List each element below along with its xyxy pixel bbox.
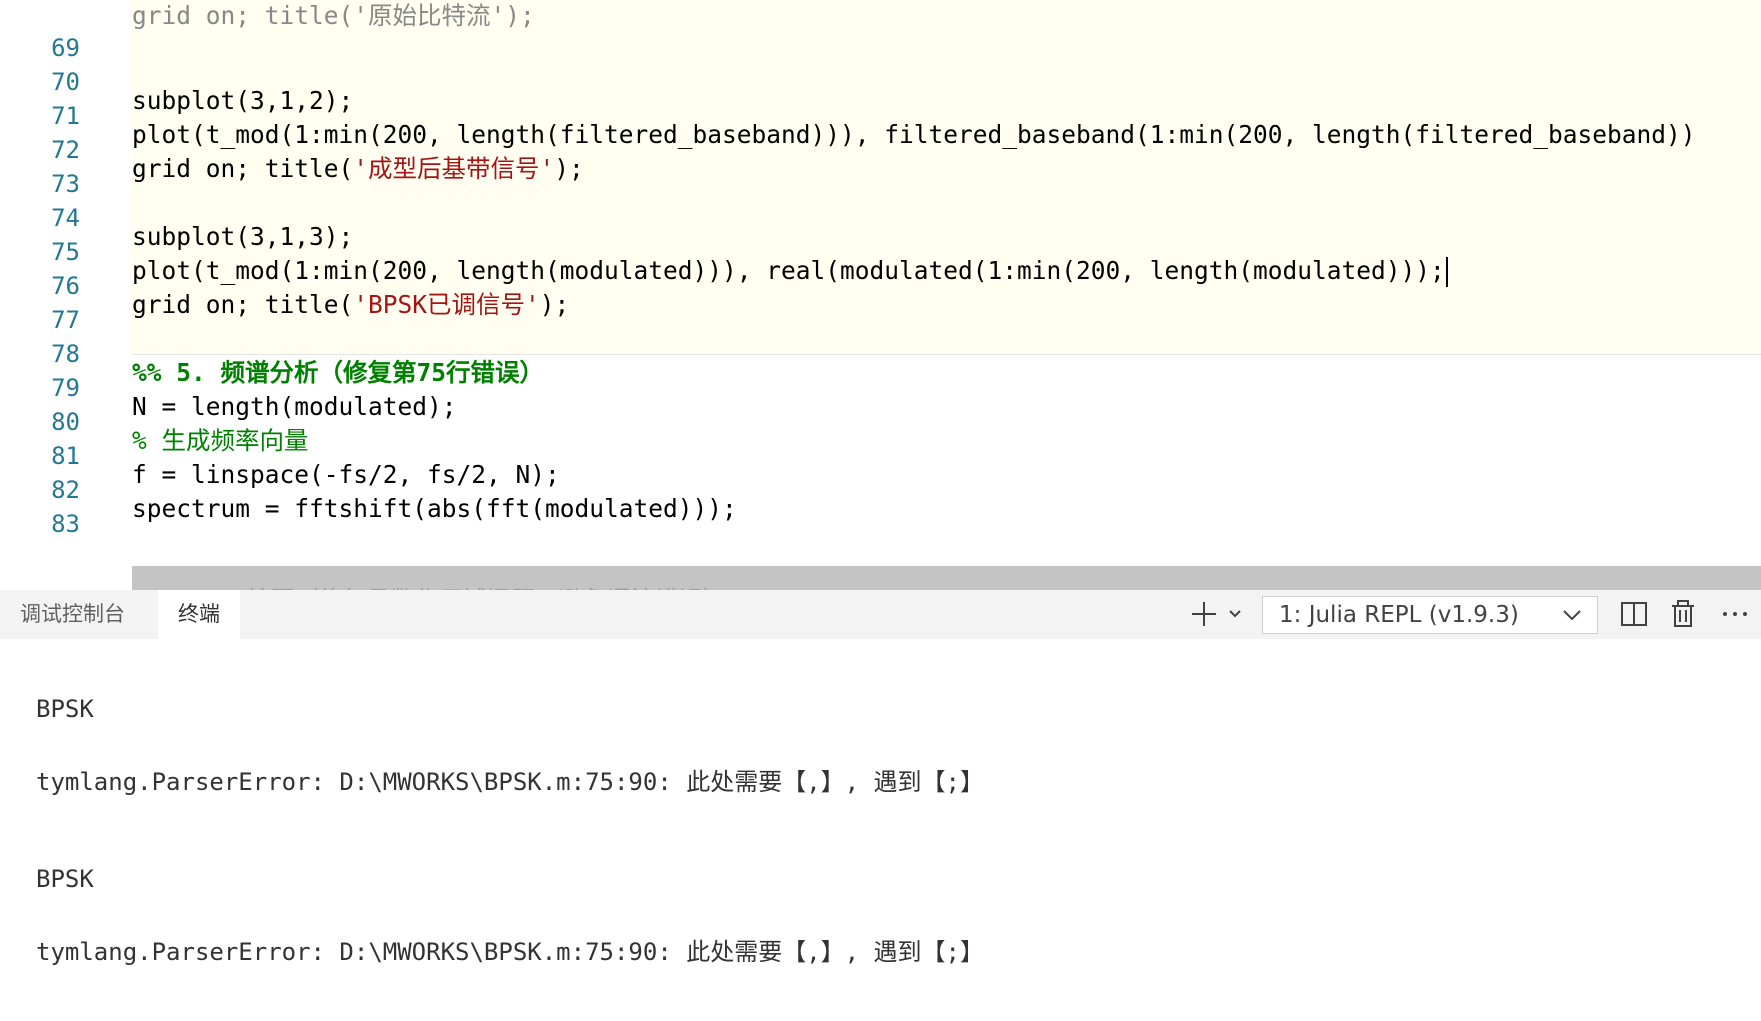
line-number: 83 <box>51 510 80 538</box>
code-line-80[interactable]: 80 % 生成频率向量 <box>0 384 1761 455</box>
code-line-70[interactable]: 70 subplot(3,1,2); <box>0 44 1761 115</box>
terminal-line: tymlang.ParserError: D:\MWORKS\BPSK.m:75… <box>36 768 985 796</box>
code-line-78[interactable]: 78 %% 5. 频谱分析（修复第75行错误） <box>0 316 1761 387</box>
code-line-75[interactable]: 75 plot(t_mod(1:min(200, length(modulate… <box>0 214 1761 287</box>
code-line-71[interactable]: 71 plot(t_mod(1:min(200, length(filtered… <box>0 78 1761 149</box>
tab-terminal[interactable]: 终端 <box>158 590 240 639</box>
terminal-select-value: 1: Julia REPL (v1.9.3) <box>1279 602 1519 628</box>
code-line-73[interactable]: 73 <box>0 146 1761 198</box>
code-line-74[interactable]: 74 subplot(3,1,3); <box>0 180 1761 251</box>
ellipsis-icon <box>1723 612 1747 616</box>
code-line-72[interactable]: 72 grid on; title('成型后基带信号'); <box>0 112 1761 183</box>
trash-icon <box>1672 600 1694 627</box>
terminal-line: BPSK <box>36 695 94 723</box>
chevron-down-icon <box>1561 597 1583 644</box>
panel-header: 调试控制台 终端 1: Julia REPL (v1.9.3) <box>0 590 1761 639</box>
terminal-select[interactable]: 1: Julia REPL (v1.9.3) <box>1262 596 1598 634</box>
split-icon <box>1621 602 1647 626</box>
code-line-77[interactable]: 77 <box>0 282 1761 334</box>
code-line-81[interactable]: 81 f = linspace(-fs/2, fs/2, N); <box>0 418 1761 489</box>
more-actions-button[interactable] <box>1720 598 1750 630</box>
code-line-83[interactable]: 83 <box>0 486 1761 538</box>
code-line-76[interactable]: 76 grid on; title('BPSK已调信号'); <box>0 248 1761 319</box>
code-line-82[interactable]: 82 spectrum = fftshift(abs(fft(modulated… <box>0 452 1761 523</box>
code-line-79[interactable]: 79 N = length(modulated); <box>0 350 1761 421</box>
terminal-line: tymlang.ParserError: D:\MWORKS\BPSK.m:75… <box>36 938 985 966</box>
code-line-69[interactable]: 69 <box>0 10 1761 62</box>
terminal-line: BPSK <box>36 865 94 893</box>
split-terminal-button[interactable] <box>1619 598 1649 630</box>
tab-debug-console[interactable]: 调试控制台 <box>0 590 145 639</box>
terminal-output[interactable]: BPSK tymlang.ParserError: D:\MWORKS\BPSK… <box>0 639 1761 1021</box>
kill-terminal-button[interactable] <box>1668 598 1698 630</box>
plus-icon <box>1192 602 1241 626</box>
new-terminal-button[interactable] <box>1188 598 1244 630</box>
code-editor[interactable]: grid on; title('原始比特流'); 69 70 subplot(3… <box>0 0 1761 590</box>
code-line-partial-bottom: %% 6. 绘图（修复函数作用域问题，避免语法错误） <box>160 580 727 590</box>
